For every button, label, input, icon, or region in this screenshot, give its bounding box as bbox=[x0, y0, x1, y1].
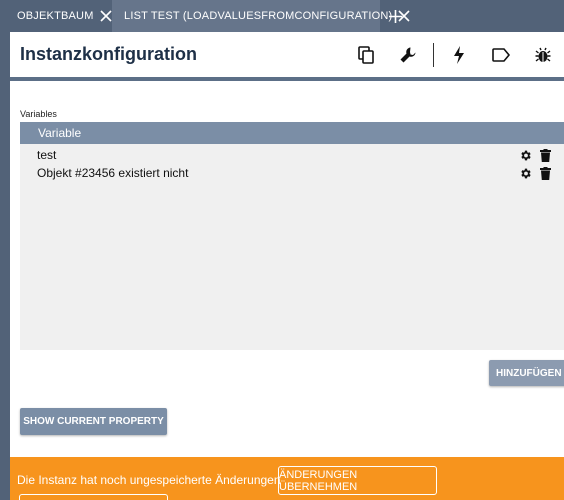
trash-icon[interactable] bbox=[538, 148, 552, 162]
lightning-icon[interactable] bbox=[438, 32, 480, 77]
left-accent-stripe bbox=[0, 32, 10, 500]
page-header: Instanzkonfiguration bbox=[10, 32, 564, 81]
trash-icon[interactable] bbox=[538, 166, 552, 180]
add-button[interactable]: HINZUFÜGEN bbox=[489, 360, 564, 386]
tab-list-test[interactable]: LIST TEST (LOADVALUESFROMCONFIGURATION) bbox=[112, 0, 410, 32]
bug-icon[interactable] bbox=[522, 32, 564, 77]
gear-icon[interactable] bbox=[518, 166, 532, 180]
footer-secondary-button[interactable] bbox=[19, 494, 168, 500]
table-header: Variable bbox=[20, 122, 564, 144]
unsaved-changes-message: Die Instanz hat noch ungespeicherte Ände… bbox=[17, 473, 281, 487]
wrench-icon[interactable] bbox=[387, 32, 429, 77]
page-title: Instanzkonfiguration bbox=[20, 44, 197, 64]
header-toolbar bbox=[345, 32, 564, 77]
variable-name: Objekt #23456 existiert nicht bbox=[37, 166, 189, 180]
apply-changes-button[interactable]: ÄNDERUNGEN ÜBERNEHMEN bbox=[278, 466, 437, 495]
gear-icon[interactable] bbox=[518, 148, 532, 162]
unsaved-changes-bar: Die Instanz hat noch ungespeicherte Ände… bbox=[10, 457, 564, 500]
close-icon[interactable] bbox=[100, 9, 112, 23]
add-tab-icon[interactable] bbox=[380, 0, 410, 32]
tag-icon[interactable] bbox=[480, 32, 522, 77]
table-row[interactable]: test bbox=[20, 146, 564, 164]
tab-objektbaum[interactable]: OBJEKTBAUM bbox=[0, 0, 112, 32]
show-current-property-button[interactable]: SHOW CURRENT PROPERTY bbox=[20, 408, 167, 435]
tab-label: OBJEKTBAUM bbox=[17, 10, 94, 22]
tab-bar: OBJEKTBAUM LIST TEST (LOADVALUESFROMCONF… bbox=[0, 0, 564, 32]
toolbar-divider bbox=[433, 42, 434, 67]
variables-table: Variable test Objekt #23456 existiert ni… bbox=[20, 122, 564, 350]
column-header-variable: Variable bbox=[38, 126, 82, 140]
variables-label: Variables bbox=[20, 109, 57, 119]
tab-label: LIST TEST (LOADVALUESFROMCONFIGURATION) bbox=[124, 10, 393, 22]
table-row[interactable]: Objekt #23456 existiert nicht bbox=[20, 164, 564, 182]
variable-name: test bbox=[37, 148, 57, 162]
copy-icon[interactable] bbox=[345, 32, 387, 77]
